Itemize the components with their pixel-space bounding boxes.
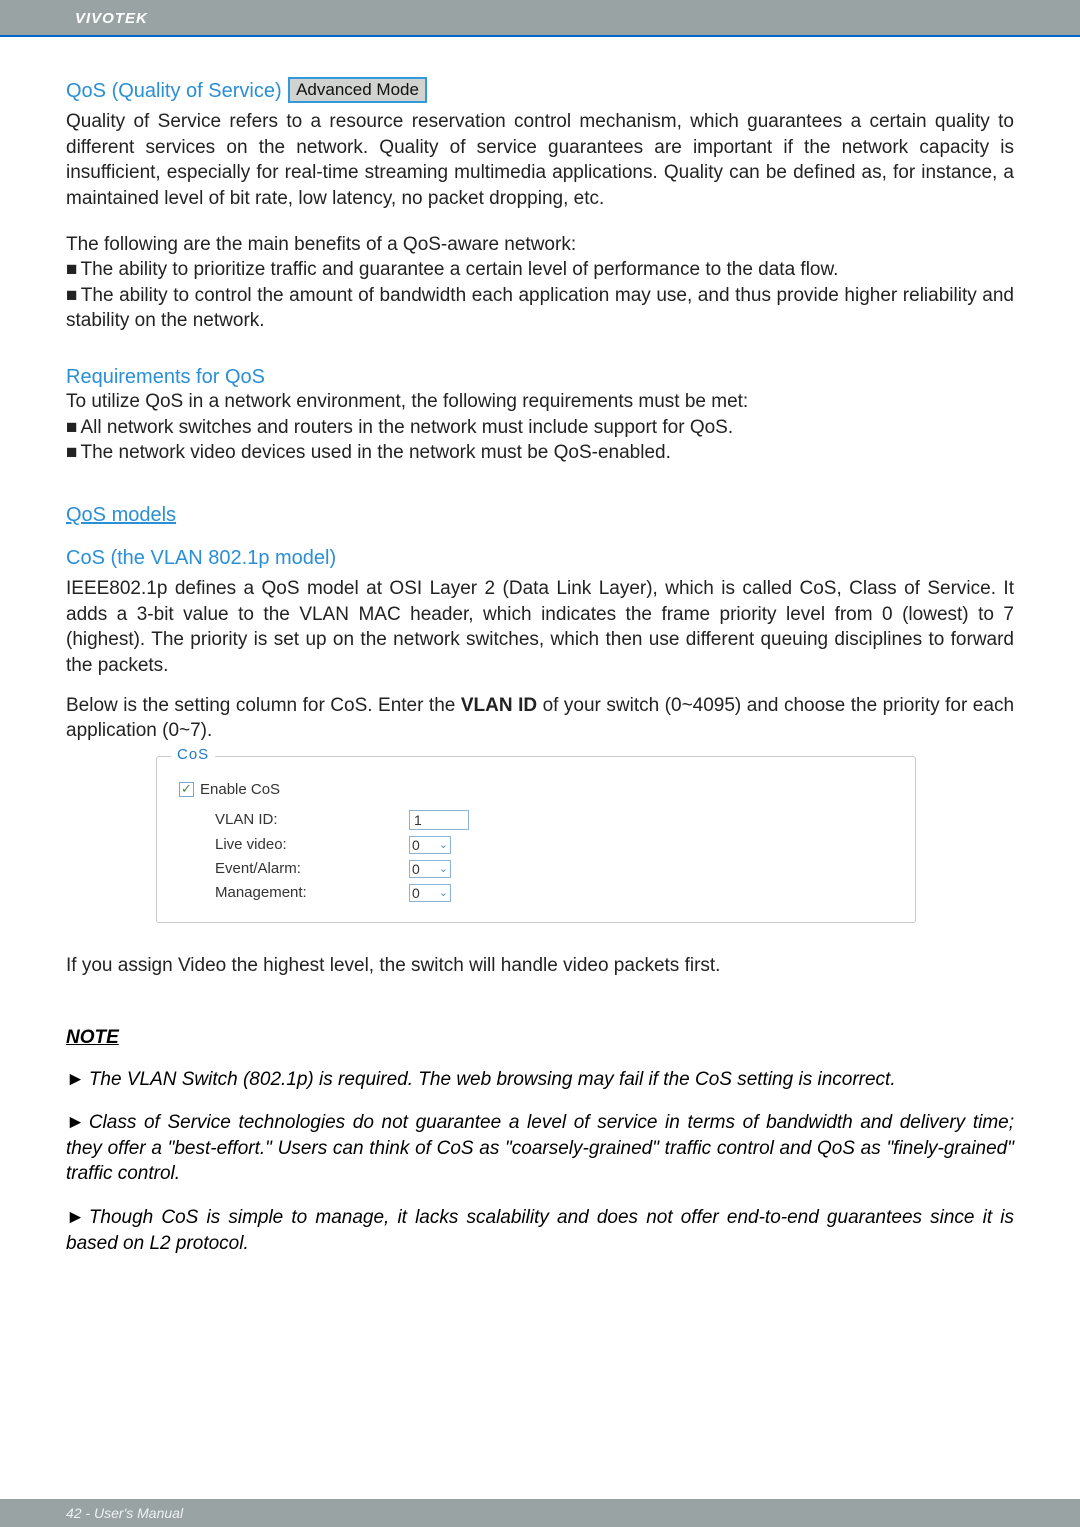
qos-benefit-2: ■The ability to control the amount of ba… <box>66 283 1014 334</box>
vlan-id-row: VLAN ID: 1 <box>179 810 893 830</box>
arrow-right-icon: ► <box>66 1207 89 1228</box>
page-footer: 42 - User's Manual <box>0 1499 1080 1527</box>
chevron-down-icon: ⌄ <box>439 838 448 851</box>
management-row: Management: 0 ⌄ <box>179 884 893 902</box>
req-item-2-text: The network video devices used in the ne… <box>80 442 670 463</box>
qos-benefit-2-text: The ability to control the amount of ban… <box>66 285 1014 332</box>
note-1-text: The VLAN Switch (802.1p) is required. Th… <box>89 1069 896 1090</box>
live-video-value: 0 <box>412 837 420 853</box>
live-video-select[interactable]: 0 ⌄ <box>409 836 451 854</box>
qos-benefit-1: ■The ability to prioritize traffic and g… <box>66 257 1014 283</box>
cos-after-panel: If you assign Video the highest level, t… <box>66 953 1014 979</box>
management-value: 0 <box>412 885 420 901</box>
cos-desc: IEEE802.1p defines a QoS model at OSI La… <box>66 576 1014 679</box>
qos-intro: Quality of Service refers to a resource … <box>66 109 1014 212</box>
management-label: Management: <box>179 884 409 901</box>
note-3-text: Though CoS is simple to manage, it lacks… <box>66 1207 1014 1254</box>
brand-logo: VIVOTEK <box>0 10 1080 27</box>
cos-panel-legend: CoS <box>171 746 215 763</box>
cos-title: CoS (the VLAN 802.1p model) <box>66 547 1014 570</box>
page-number: 42 - User's Manual <box>66 1505 183 1521</box>
note-item-3: ►Though CoS is simple to manage, it lack… <box>66 1205 1014 1256</box>
qos-benefits-lead: The following are the main benefits of a… <box>66 232 1014 258</box>
note-title: NOTE <box>66 1027 1014 1049</box>
note-2-text: Class of Service technologies do not gua… <box>66 1112 1014 1184</box>
square-bullet-icon: ■ <box>66 285 81 306</box>
note-item-2: ►Class of Service technologies do not gu… <box>66 1110 1014 1187</box>
requirements-item-1: ■All network switches and routers in the… <box>66 415 1014 441</box>
page-header: VIVOTEK <box>0 0 1080 37</box>
requirements-title: Requirements for QoS <box>66 366 1014 389</box>
event-alarm-label: Event/Alarm: <box>179 860 409 877</box>
cos-below-bold: VLAN ID <box>461 695 537 716</box>
note-item-1: ►The VLAN Switch (802.1p) is required. T… <box>66 1067 1014 1093</box>
management-select[interactable]: 0 ⌄ <box>409 884 451 902</box>
live-video-label: Live video: <box>179 836 409 853</box>
enable-cos-label: Enable CoS <box>200 781 280 798</box>
cos-settings-panel: CoS ✓ Enable CoS VLAN ID: 1 Live video: … <box>156 756 916 923</box>
square-bullet-icon: ■ <box>66 259 80 280</box>
arrow-right-icon: ► <box>66 1069 89 1090</box>
cos-below-pre: Below is the setting column for CoS. Ent… <box>66 695 461 716</box>
event-alarm-select[interactable]: 0 ⌄ <box>409 860 451 878</box>
advanced-mode-badge: Advanced Mode <box>288 77 427 103</box>
square-bullet-icon: ■ <box>66 442 80 463</box>
req-item-1-text: All network switches and routers in the … <box>80 417 733 438</box>
qos-benefit-1-text: The ability to prioritize traffic and gu… <box>80 259 838 280</box>
cos-below: Below is the setting column for CoS. Ent… <box>66 693 1014 744</box>
chevron-down-icon: ⌄ <box>439 886 448 899</box>
chevron-down-icon: ⌄ <box>439 862 448 875</box>
page-content: QoS (Quality of Service) Advanced Mode Q… <box>0 37 1080 1256</box>
event-alarm-row: Event/Alarm: 0 ⌄ <box>179 860 893 878</box>
requirements-lead: To utilize QoS in a network environment,… <box>66 389 1014 415</box>
vlan-id-label: VLAN ID: <box>179 811 409 828</box>
enable-cos-row: ✓ Enable CoS <box>179 781 893 798</box>
square-bullet-icon: ■ <box>66 417 80 438</box>
qos-models-title: QoS models <box>66 504 176 527</box>
qos-heading-row: QoS (Quality of Service) Advanced Mode <box>66 77 1014 103</box>
qos-title: QoS (Quality of Service) <box>66 80 282 102</box>
event-alarm-value: 0 <box>412 861 420 877</box>
enable-cos-checkbox[interactable]: ✓ <box>179 782 194 797</box>
live-video-row: Live video: 0 ⌄ <box>179 836 893 854</box>
arrow-right-icon: ► <box>66 1112 89 1133</box>
check-icon: ✓ <box>181 781 192 797</box>
requirements-item-2: ■The network video devices used in the n… <box>66 440 1014 466</box>
vlan-id-input[interactable]: 1 <box>409 810 469 830</box>
